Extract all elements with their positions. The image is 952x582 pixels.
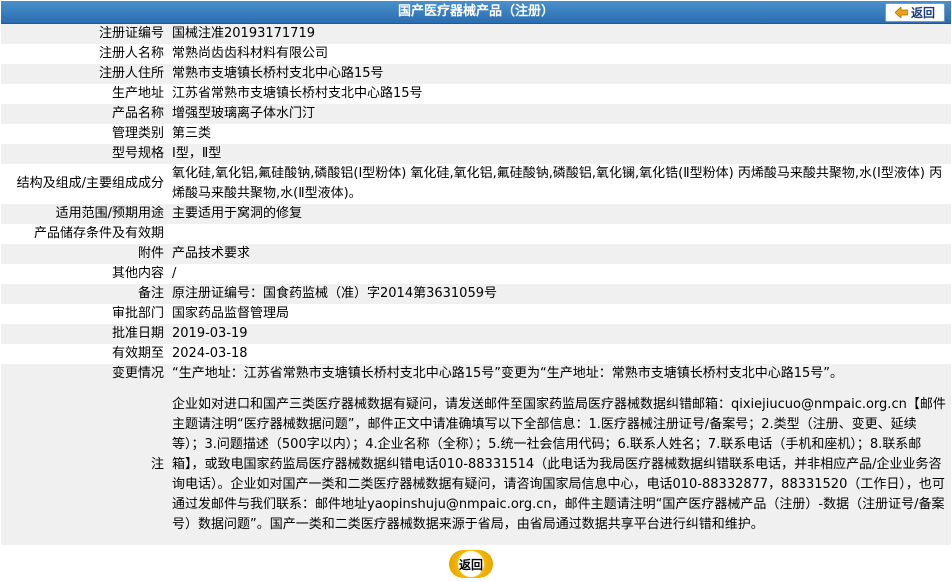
registration-info-table: 注册证编号 国械注准20193171719 注册人名称 常熟尚齿齿科材料有限公司… (1, 24, 951, 545)
table-row: 产品名称 增强型玻璃离子体水门汀 (1, 104, 951, 124)
table-row: 注册人名称 常熟尚齿齿科材料有限公司 (1, 44, 951, 64)
page-title: 国产医疗器械产品（注册） (397, 4, 554, 19)
field-label: 变更情况 (1, 364, 168, 384)
field-value: 常熟市支塘镇长桥村支北中心路15号 (168, 64, 951, 84)
table-row: 产品储存条件及有效期 (1, 224, 951, 244)
field-label: 其他内容 (1, 264, 168, 284)
field-label: 审批部门 (1, 304, 168, 324)
field-value: 2024-03-18 (168, 344, 951, 364)
field-value: 增强型玻璃离子体水门汀 (168, 104, 951, 124)
table-row: 备注 原注册证编号：国食药监械（准）字2014第3631059号 (1, 284, 951, 304)
field-value: 氧化硅,氧化铝,氟硅酸钠,磷酸铝(Ⅰ型粉体) 氧化硅,氧化铝,氟硅酸钠,磷酸铝,… (168, 164, 951, 204)
field-label: 注册人住所 (1, 64, 168, 84)
back-arrow-icon (894, 6, 909, 19)
field-label: 管理类别 (1, 124, 168, 144)
page: 国产医疗器械产品（注册） 返回 注册证编号 国械注准20193171719 注册… (0, 0, 952, 582)
table-row: 管理类别 第三类 (1, 124, 951, 144)
field-value: 主要适用于窝洞的修复 (168, 204, 951, 224)
table-row: 变更情况 “生产地址：江苏省常熟市支塘镇长桥村支北中心路15号”变更为“生产地址… (1, 364, 951, 384)
back-button-bottom-label: 返回 (458, 557, 483, 572)
field-value: 原注册证编号：国食药监械（准）字2014第3631059号 (168, 284, 951, 304)
notes-row: 注 企业如对进口和国产三类医疗器械数据有疑问，请发送邮件至国家药监局医疗器械数据… (1, 384, 951, 545)
field-value: 江苏省常熟市支塘镇长桥村支北中心路15号 (168, 84, 951, 104)
field-label: 附件 (1, 244, 168, 264)
table-row: 注册人住所 常熟市支塘镇长桥村支北中心路15号 (1, 64, 951, 84)
field-label: 型号规格 (1, 144, 168, 164)
table-row: 审批部门 国家药品监督管理局 (1, 304, 951, 324)
field-value: 国家药品监督管理局 (168, 304, 951, 324)
back-button-bottom-ring: 返回 (449, 550, 493, 578)
table-row: 批准日期 2019-03-19 (1, 324, 951, 344)
table-row: 型号规格 Ⅰ型，Ⅱ型 (1, 144, 951, 164)
table-row: 结构及组成/主要组成成分 氧化硅,氧化铝,氟硅酸钠,磷酸铝(Ⅰ型粉体) 氧化硅,… (1, 164, 951, 204)
table-row: 其他内容 / (1, 264, 951, 284)
field-value: “生产地址：江苏省常熟市支塘镇长桥村支北中心路15号”变更为“生产地址：常熟市支… (168, 364, 951, 384)
field-label: 注册人名称 (1, 44, 168, 64)
field-label: 批准日期 (1, 324, 168, 344)
back-button-top[interactable]: 返回 (885, 3, 945, 22)
field-label: 生产地址 (1, 84, 168, 104)
table-row: 附件 产品技术要求 (1, 244, 951, 264)
field-label: 注册证编号 (1, 24, 168, 44)
field-value: 第三类 (168, 124, 951, 144)
field-value: / (168, 264, 951, 284)
field-label: 产品储存条件及有效期 (1, 224, 168, 244)
field-value (168, 224, 951, 244)
title-bar: 国产医疗器械产品（注册） 返回 (1, 1, 951, 24)
field-value: Ⅰ型，Ⅱ型 (168, 144, 951, 164)
field-label: 结构及组成/主要组成成分 (1, 164, 168, 204)
notes-label: 注 (1, 384, 168, 545)
field-value: 常熟尚齿齿科材料有限公司 (168, 44, 951, 64)
table-row: 有效期至 2024-03-18 (1, 344, 951, 364)
field-value: 产品技术要求 (168, 244, 951, 264)
table-row: 生产地址 江苏省常熟市支塘镇长桥村支北中心路15号 (1, 84, 951, 104)
table-row: 适用范围/预期用途 主要适用于窝洞的修复 (1, 204, 951, 224)
field-label: 备注 (1, 284, 168, 304)
back-button-top-label: 返回 (910, 6, 935, 20)
table-row: 注册证编号 国械注准20193171719 (1, 24, 951, 44)
notes-text: 企业如对进口和国产三类医疗器械数据有疑问，请发送邮件至国家药监局医疗器械数据纠错… (168, 384, 951, 545)
field-label: 适用范围/预期用途 (1, 204, 168, 224)
back-button-bottom[interactable]: 返回 (448, 549, 494, 579)
field-value: 2019-03-19 (168, 324, 951, 344)
field-value: 国械注准20193171719 (168, 24, 951, 44)
field-label: 产品名称 (1, 104, 168, 124)
field-label: 有效期至 (1, 344, 168, 364)
